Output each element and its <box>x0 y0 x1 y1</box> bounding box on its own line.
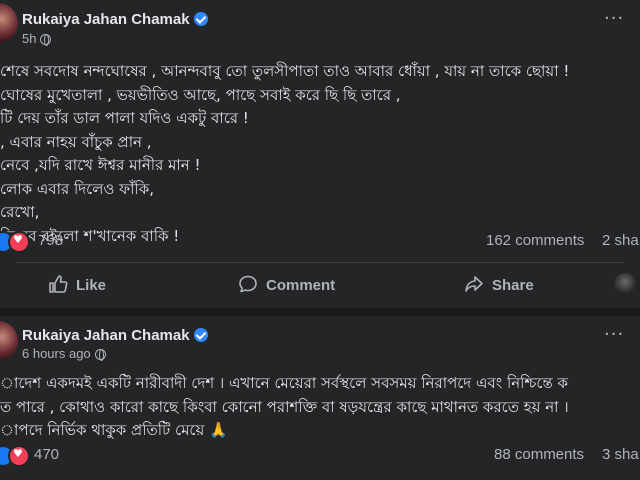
post-line: টি দেয় তাঁর ডাল পালা যদিও একটু বারে ! <box>0 109 249 127</box>
share-count[interactable]: 2 sha <box>602 232 639 249</box>
post-line: হিসেব রইলো শ'খানেক বাকি ! <box>0 226 180 245</box>
post-line: ঘোষের মুখেতালা , ভয়ভীতিও আছে, পাছে সবাই… <box>0 85 401 104</box>
share-count[interactable]: 3 sha <box>602 446 639 463</box>
love-reaction-icon[interactable] <box>8 231 30 253</box>
post-line: , এবার নাহয় বাঁচুক প্রান , <box>0 132 152 151</box>
author-avatar[interactable] <box>0 321 18 361</box>
verified-badge-icon <box>193 328 208 342</box>
post-card-1: Rukaiya Jahan Chamak 5h ··· শেষে সবদোষ ন… <box>0 0 640 308</box>
post-time[interactable]: 5h <box>22 31 36 46</box>
author-avatar[interactable] <box>0 3 18 43</box>
like-button[interactable]: Like <box>48 274 106 294</box>
post-card-2: Rukaiya Jahan Chamak 6 hours ago ··· াদে… <box>0 316 640 480</box>
reaction-count[interactable]: 798 <box>38 232 63 249</box>
comment-icon <box>239 275 257 293</box>
post-time[interactable]: 6 hours ago <box>22 346 91 361</box>
post-body: শেষে সবদোষ নন্দঘোষের , আনন্দবাবু তো তুলস… <box>0 60 569 248</box>
author-name[interactable]: Rukaiya Jahan Chamak <box>22 11 190 28</box>
globe-icon <box>94 349 106 361</box>
post-meta: 5h <box>22 31 52 46</box>
more-options-icon[interactable]: ··· <box>604 324 624 345</box>
love-reaction-icon[interactable] <box>8 445 30 467</box>
share-label: Share <box>492 277 534 294</box>
profile-icon[interactable] <box>614 273 636 295</box>
post-line: াপদে নির্ভিক থাকুক প্রতিটি মেয়ে 🙏 <box>0 421 228 439</box>
post-line: ত পারে , কোথাও কারো কাছে কিংবা কোনো পরাশ… <box>0 397 569 416</box>
like-icon <box>49 275 68 293</box>
author-row: Rukaiya Jahan Chamak <box>22 325 208 344</box>
post-line: শেষে সবদোষ নন্দঘোষের , আনন্দবাবু তো তুলস… <box>0 62 570 80</box>
post-meta: 6 hours ago <box>22 346 106 361</box>
comment-label: Comment <box>266 277 336 294</box>
post-body: াদেশ একদমই একটি নারীবাদী দেশ । এখানে মেয… <box>0 372 569 443</box>
reaction-count[interactable]: 470 <box>34 446 59 463</box>
divider <box>16 262 624 263</box>
post-line: লোক এবার দিলেও ফাঁকি, <box>0 179 155 198</box>
post-line: াদেশ একদমই একটি নারীবাদী দেশ । এখানে মেয… <box>0 374 569 392</box>
comment-button[interactable]: Comment <box>238 274 335 294</box>
comment-count[interactable]: 162 comments <box>486 232 584 249</box>
share-button[interactable]: Share <box>464 274 534 294</box>
globe-icon <box>40 34 52 46</box>
like-label: Like <box>76 277 107 294</box>
share-icon <box>465 276 483 292</box>
author-name[interactable]: Rukaiya Jahan Chamak <box>22 327 190 344</box>
comment-count[interactable]: 88 comments <box>494 446 584 463</box>
verified-badge-icon <box>193 12 208 26</box>
post-line: রেখো, <box>0 203 40 221</box>
author-row: Rukaiya Jahan Chamak <box>22 9 208 28</box>
post-line: নেবে ,যদি রাখে ঈশ্বর মানীর মান ! <box>0 156 201 174</box>
more-options-icon[interactable]: ··· <box>604 8 624 29</box>
